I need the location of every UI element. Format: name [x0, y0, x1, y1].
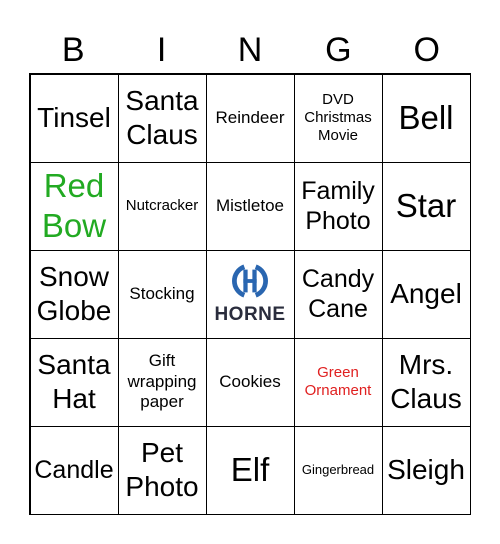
bingo-cell[interactable]: Stocking [117, 249, 207, 339]
cell-text: Family Photo [301, 177, 375, 235]
bingo-cell[interactable]: Cookies [205, 337, 295, 427]
bingo-cell[interactable]: Green Ornament [293, 337, 383, 427]
bingo-cell[interactable]: Bell [381, 73, 471, 163]
header-letter-i: I [156, 31, 167, 69]
bingo-cell-free-logo[interactable]: HORNE [205, 249, 295, 339]
bingo-cell[interactable]: Mrs. Claus [381, 337, 471, 427]
bingo-cell[interactable]: Mistletoe [205, 161, 295, 251]
cell-text: Sleigh [387, 454, 465, 486]
bingo-cell[interactable]: Gingerbread [293, 425, 383, 515]
logo-text: HORNE [214, 303, 286, 325]
header-letter-b: B [61, 31, 85, 69]
bingo-cell[interactable]: Candle [29, 425, 119, 515]
cell-text: Tinsel [37, 102, 111, 134]
cell-text: Stocking [129, 283, 195, 303]
cell-text: Star [395, 187, 457, 225]
cell-text: Red Bow [41, 167, 107, 244]
cell-text: Green Ornament [304, 364, 372, 399]
cell-text: Elf [230, 451, 270, 489]
bingo-cell[interactable]: Red Bow [29, 161, 119, 251]
cell-text: Santa Hat [37, 349, 111, 414]
bingo-cell[interactable]: Sleigh [381, 425, 471, 515]
cell-text: Candy Cane [301, 265, 375, 323]
bingo-cell[interactable]: Gift wrapping paper [117, 337, 207, 427]
bingo-cell[interactable]: DVD Christmas Movie [293, 73, 383, 163]
bingo-cell[interactable]: Reindeer [205, 73, 295, 163]
cell-text: Cookies [219, 371, 281, 391]
bingo-header: B I N G O [29, 30, 471, 70]
horne-logo: HORNE [214, 262, 285, 327]
cell-text: Pet Photo [125, 437, 199, 502]
bingo-cell[interactable]: Angel [381, 249, 471, 339]
horne-logo-icon [232, 264, 268, 298]
cell-text: Snow Globe [36, 261, 112, 326]
bingo-card: Tinsel Santa Claus Reindeer DVD Christmas M… [29, 73, 471, 515]
cell-text: Nutcracker [125, 197, 199, 214]
bingo-cell[interactable]: Star [381, 161, 471, 251]
bingo-cell[interactable]: Family Photo [293, 161, 383, 251]
bingo-cell[interactable]: Elf [205, 425, 295, 515]
cell-text: DVD Christmas Movie [304, 91, 372, 144]
cell-text: Mistletoe [215, 195, 285, 215]
bingo-cell[interactable]: Nutcracker [117, 161, 207, 251]
cell-text: Mrs. Claus [390, 349, 462, 414]
bingo-cell[interactable]: Candy Cane [293, 249, 383, 339]
cell-text: Bell [398, 99, 454, 137]
header-letter-o: O [413, 31, 440, 69]
cell-text: Angel [390, 278, 462, 310]
bingo-cell[interactable]: Snow Globe [29, 249, 119, 339]
cell-text: Gingerbread [301, 462, 375, 478]
cell-text: Gift wrapping paper [127, 351, 197, 412]
cell-text: Santa Claus [125, 85, 199, 150]
bingo-cell[interactable]: Santa Hat [29, 337, 119, 427]
header-letter-g: G [325, 31, 352, 69]
cell-text: Candle [34, 456, 114, 484]
bingo-cell[interactable]: Santa Claus [117, 73, 207, 163]
header-letter-n: N [237, 31, 263, 69]
bingo-cell[interactable]: Tinsel [29, 73, 119, 163]
cell-text: Reindeer [215, 107, 285, 127]
bingo-cell[interactable]: Pet Photo [117, 425, 207, 515]
